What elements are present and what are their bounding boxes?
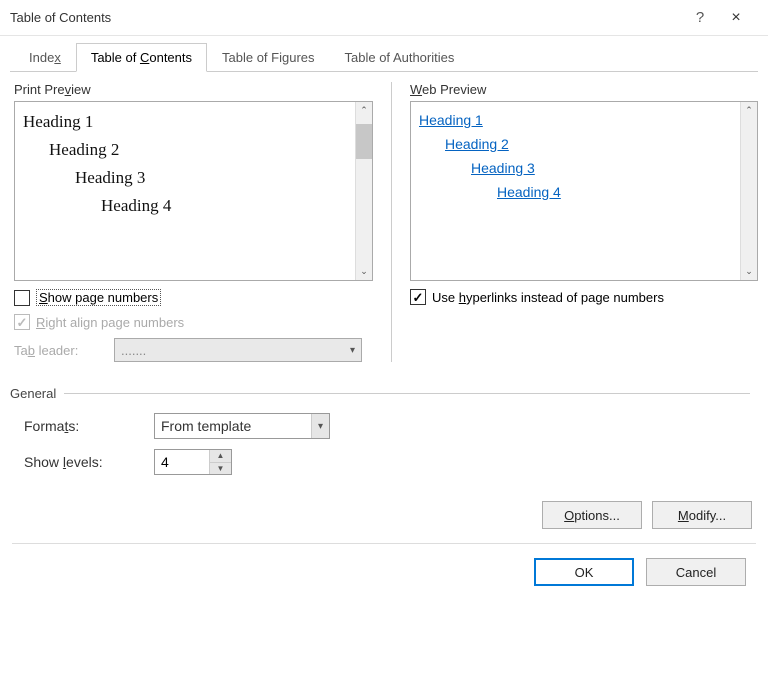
- group-divider: [64, 393, 750, 394]
- use-hyperlinks-label[interactable]: Use hyperlinks instead of page numbers: [432, 290, 664, 305]
- web-preview-link[interactable]: Heading 3: [471, 160, 535, 176]
- scroll-up-icon[interactable]: ⌃: [356, 102, 372, 119]
- show-page-numbers-label[interactable]: Show page numbers: [36, 289, 161, 306]
- web-preview-link[interactable]: Heading 2: [445, 136, 509, 152]
- tab-leader-dropdown: ....... ▾: [114, 338, 362, 362]
- web-preview-box: Heading 1 Heading 2 Heading 3 Heading 4 …: [410, 101, 758, 281]
- print-preview-box: Heading 1 Heading 2 Heading 3 Heading 4 …: [14, 101, 373, 281]
- cancel-button[interactable]: Cancel: [646, 558, 746, 586]
- show-levels-label: Show levels:: [24, 454, 154, 470]
- print-preview-label: Print Preview: [14, 82, 373, 97]
- titlebar: Table of Contents ? ×: [0, 0, 768, 36]
- print-preview-item: Heading 2: [49, 136, 347, 164]
- formats-dropdown[interactable]: From template ▾: [154, 413, 330, 439]
- scroll-down-icon[interactable]: ⌄: [356, 263, 372, 280]
- general-group: General Formats: From template ▾ Show le…: [10, 386, 758, 475]
- show-page-numbers-checkbox[interactable]: [14, 290, 30, 306]
- print-preview-item: Heading 4: [101, 192, 347, 220]
- web-preview-link[interactable]: Heading 1: [419, 112, 483, 128]
- chevron-down-icon: ▾: [350, 345, 355, 356]
- formats-label: Formats:: [24, 418, 154, 434]
- tab-table-of-figures[interactable]: Table of Figures: [207, 43, 330, 72]
- tab-table-of-contents[interactable]: Table of Contents: [76, 43, 207, 72]
- print-preview-item: Heading 3: [75, 164, 347, 192]
- scroll-up-icon[interactable]: ⌃: [741, 102, 757, 119]
- toc-dialog: Table of Contents ? × Index Table of Con…: [0, 0, 768, 687]
- dialog-title: Table of Contents: [10, 10, 682, 25]
- right-align-checkbox: [14, 314, 30, 330]
- scroll-thumb[interactable]: [356, 124, 372, 159]
- spinner-up-icon[interactable]: ▲: [210, 450, 231, 463]
- web-preview-label: Web Preview: [410, 82, 758, 97]
- right-align-label: Right align page numbers: [36, 315, 184, 330]
- print-preview-item: Heading 1: [23, 108, 347, 136]
- options-button[interactable]: Options...: [542, 501, 642, 529]
- web-preview-content: Heading 1 Heading 2 Heading 3 Heading 4: [411, 102, 740, 280]
- formats-value: From template: [161, 418, 251, 434]
- print-preview-content: Heading 1 Heading 2 Heading 3 Heading 4: [15, 102, 355, 280]
- general-legend: General: [10, 386, 56, 401]
- use-hyperlinks-checkbox[interactable]: [410, 289, 426, 305]
- chevron-down-icon[interactable]: ▾: [311, 414, 329, 438]
- modify-button[interactable]: Modify...: [652, 501, 752, 529]
- print-preview-scrollbar[interactable]: ⌃ ⌄: [355, 102, 372, 280]
- show-levels-value[interactable]: 4: [155, 450, 209, 474]
- help-icon[interactable]: ?: [682, 9, 718, 26]
- show-levels-spinner[interactable]: 4 ▲ ▼: [154, 449, 232, 475]
- web-preview-scrollbar[interactable]: ⌃ ⌄: [740, 102, 757, 280]
- tab-leader-value: .......: [121, 343, 146, 358]
- tab-strip: Index Table of Contents Table of Figures…: [10, 42, 758, 72]
- tab-leader-label: Tab leader:: [14, 343, 114, 358]
- ok-button[interactable]: OK: [534, 558, 634, 586]
- tab-index[interactable]: Index: [14, 43, 76, 72]
- tab-table-of-authorities[interactable]: Table of Authorities: [330, 43, 470, 72]
- scroll-down-icon[interactable]: ⌄: [741, 263, 757, 280]
- web-preview-link[interactable]: Heading 4: [497, 184, 561, 200]
- spinner-down-icon[interactable]: ▼: [210, 463, 231, 475]
- close-icon[interactable]: ×: [718, 9, 754, 27]
